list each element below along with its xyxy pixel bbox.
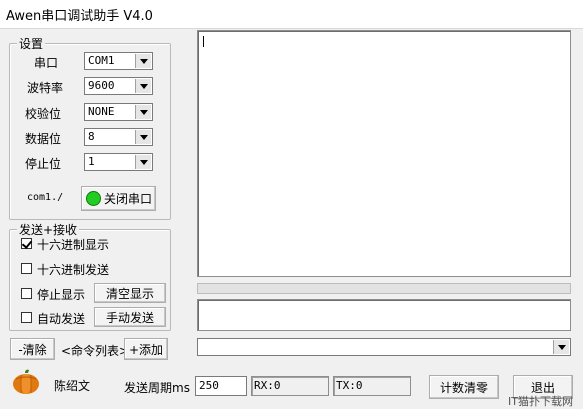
auto-send-checkbox[interactable] bbox=[21, 312, 32, 323]
pumpkin-icon bbox=[12, 369, 40, 395]
hex-display-checkbox[interactable] bbox=[21, 238, 32, 249]
command-add-button[interactable]: +添加 bbox=[124, 338, 168, 360]
period-label: 发送周期ms bbox=[124, 381, 190, 395]
stop-display-label: 停止显示 bbox=[37, 288, 86, 302]
port-label: 串口 bbox=[34, 56, 59, 70]
databits-select[interactable]: 8 bbox=[84, 128, 153, 146]
period-value: 250 bbox=[199, 379, 219, 392]
dropdown-arrow-icon[interactable] bbox=[135, 79, 151, 93]
send-textarea[interactable] bbox=[197, 299, 571, 331]
dropdown-arrow-icon[interactable] bbox=[135, 54, 151, 68]
parity-value: NONE bbox=[88, 105, 115, 118]
tx-counter: TX:0 bbox=[333, 376, 411, 396]
led-status-icon bbox=[86, 191, 101, 206]
tx-counter-text: TX:0 bbox=[336, 379, 363, 392]
toggle-port-button[interactable]: 关闭串口 bbox=[81, 186, 156, 211]
rx-counter-text: RX:0 bbox=[254, 379, 281, 392]
auto-send-label: 自动发送 bbox=[37, 312, 86, 326]
progress-bar bbox=[197, 283, 571, 294]
hex-display-label: 十六进制显示 bbox=[37, 238, 110, 252]
stopbits-label: 停止位 bbox=[25, 157, 62, 171]
count-clear-button[interactable]: 计数清零 bbox=[429, 375, 499, 399]
title-bar: Awen串口调试助手 V4.0 bbox=[0, 0, 583, 29]
baud-label: 波特率 bbox=[27, 81, 64, 95]
parity-select[interactable]: NONE bbox=[84, 103, 153, 121]
dropdown-arrow-icon[interactable] bbox=[135, 130, 151, 144]
command-list-label[interactable]: <命令列表> bbox=[61, 342, 129, 359]
parity-label: 校验位 bbox=[25, 107, 62, 121]
port-select[interactable]: COM1 bbox=[84, 52, 153, 70]
hex-send-checkbox[interactable] bbox=[21, 263, 32, 274]
port-status-text: com1./ bbox=[27, 192, 64, 203]
stop-display-checkbox[interactable] bbox=[21, 288, 32, 299]
port-value: COM1 bbox=[88, 54, 115, 67]
dropdown-arrow-icon[interactable] bbox=[553, 340, 569, 354]
baud-value: 9600 bbox=[88, 79, 115, 92]
toggle-port-label: 关闭串口 bbox=[104, 192, 153, 206]
hex-send-label: 十六进制发送 bbox=[37, 263, 110, 277]
send-history-select[interactable] bbox=[197, 338, 571, 356]
dropdown-arrow-icon[interactable] bbox=[135, 105, 151, 119]
databits-value: 8 bbox=[88, 130, 95, 143]
command-clear-button[interactable]: -清除 bbox=[10, 338, 55, 360]
baud-select[interactable]: 9600 bbox=[84, 77, 153, 95]
settings-legend: 设置 bbox=[17, 35, 46, 52]
rx-counter: RX:0 bbox=[251, 376, 329, 396]
dropdown-arrow-icon[interactable] bbox=[135, 155, 151, 169]
window-title: Awen串口调试助手 V4.0 bbox=[6, 9, 153, 24]
databits-label: 数据位 bbox=[25, 132, 62, 146]
period-input[interactable]: 250 bbox=[195, 376, 247, 396]
receive-textarea[interactable] bbox=[197, 30, 571, 277]
text-cursor bbox=[203, 36, 204, 47]
stopbits-value: 1 bbox=[88, 155, 95, 168]
author-label: 陈绍文 bbox=[54, 379, 91, 393]
manual-send-button[interactable]: 手动发送 bbox=[94, 307, 166, 327]
stopbits-select[interactable]: 1 bbox=[84, 153, 153, 171]
clear-display-button[interactable]: 清空显示 bbox=[94, 283, 166, 303]
